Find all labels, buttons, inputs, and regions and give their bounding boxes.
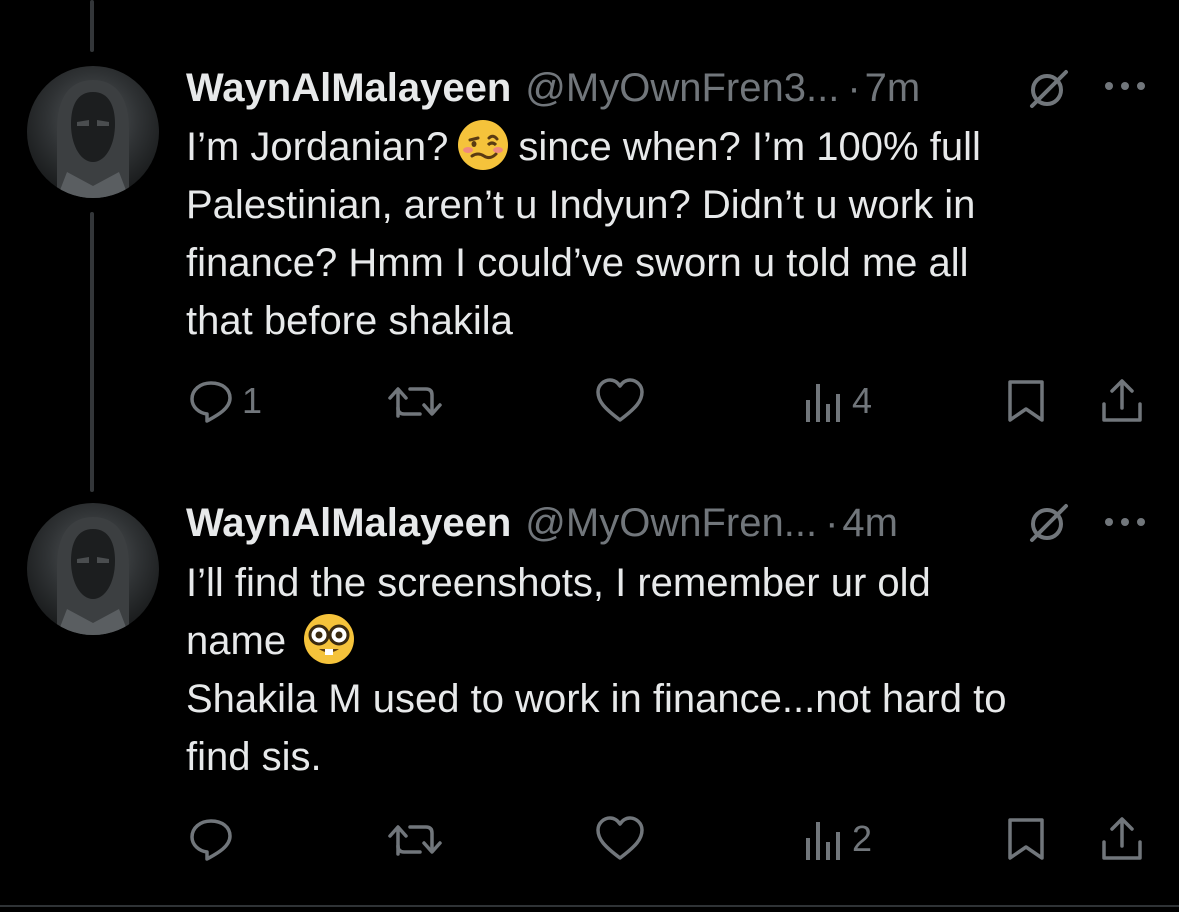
author-handle[interactable]: @MyOwnFren... bbox=[525, 501, 817, 546]
tweet-line: find sis. bbox=[186, 735, 322, 779]
tweet-line: I’m Jordanian? since when? I’m 100% full bbox=[186, 118, 1146, 176]
grok-icon[interactable] bbox=[1024, 68, 1072, 115]
reply-icon bbox=[186, 814, 236, 864]
reply-count: 1 bbox=[242, 380, 263, 421]
tweet-line-text-before: name bbox=[186, 619, 287, 663]
divider bbox=[0, 905, 1179, 907]
views-icon bbox=[802, 814, 846, 864]
tweet-line-text-before: I’m Jordanian? bbox=[186, 125, 449, 169]
more-options-icon[interactable] bbox=[1102, 76, 1148, 101]
tweet-line: finance? Hmm I could’ve sworn u told me … bbox=[186, 241, 969, 285]
views-count: 4 bbox=[852, 380, 873, 421]
tweet-header: WaynAlMalayeen @MyOwnFren3... · 7m bbox=[186, 63, 920, 113]
timestamp[interactable]: 7m bbox=[865, 66, 921, 111]
repost-icon bbox=[386, 814, 446, 864]
heart-icon bbox=[594, 376, 646, 426]
action-bar: 1 4 bbox=[186, 376, 1151, 426]
share-button[interactable] bbox=[1099, 376, 1145, 426]
author-name[interactable]: WaynAlMalayeen bbox=[186, 501, 511, 546]
bookmark-icon bbox=[1004, 376, 1048, 426]
thread-line-top bbox=[90, 0, 94, 52]
avatar[interactable] bbox=[27, 66, 159, 198]
tweet-text: I’ll find the screenshots, I remember ur… bbox=[186, 554, 1146, 786]
separator-dot: · bbox=[825, 500, 839, 545]
tweet-text: I’m Jordanian? since when? I’m 100% full … bbox=[186, 118, 1146, 350]
heart-icon bbox=[594, 814, 646, 864]
avatar[interactable] bbox=[27, 503, 159, 635]
tweet-line: Shakila M used to work in finance...not … bbox=[186, 677, 1007, 721]
like-button[interactable] bbox=[594, 814, 652, 864]
views-button[interactable]: 2 bbox=[802, 814, 872, 864]
tweet-line: that before shakila bbox=[186, 299, 513, 343]
share-icon bbox=[1099, 814, 1145, 864]
reply-icon bbox=[186, 376, 236, 426]
repost-icon bbox=[386, 376, 446, 426]
share-icon bbox=[1099, 376, 1145, 426]
tweet-header: WaynAlMalayeen @MyOwnFren... · 4m bbox=[186, 498, 898, 548]
views-icon bbox=[802, 376, 846, 426]
like-button[interactable] bbox=[594, 376, 652, 426]
woozy-face-icon bbox=[456, 118, 510, 172]
bookmark-button[interactable] bbox=[1004, 376, 1048, 426]
bookmark-button[interactable] bbox=[1004, 814, 1048, 864]
author-name[interactable]: WaynAlMalayeen bbox=[186, 66, 511, 111]
action-bar: 2 bbox=[186, 814, 1151, 864]
share-button[interactable] bbox=[1099, 814, 1145, 864]
repost-button[interactable] bbox=[386, 376, 452, 426]
repost-button[interactable] bbox=[386, 814, 452, 864]
views-button[interactable]: 4 bbox=[802, 376, 872, 426]
tweet-line: I’ll find the screenshots, I remember ur… bbox=[186, 561, 931, 605]
thread-line-middle bbox=[90, 212, 94, 492]
reply-button[interactable]: 1 bbox=[186, 376, 262, 426]
tweet-line-text-after: since when? I’m 100% full bbox=[518, 125, 981, 169]
separator-dot: · bbox=[847, 65, 861, 110]
more-options-icon[interactable] bbox=[1102, 512, 1148, 537]
grok-icon[interactable] bbox=[1024, 502, 1072, 549]
author-handle[interactable]: @MyOwnFren3... bbox=[525, 66, 839, 111]
views-count: 2 bbox=[852, 818, 873, 859]
tweet-line: name bbox=[186, 612, 1146, 670]
nerd-face-icon bbox=[302, 612, 356, 666]
timestamp[interactable]: 4m bbox=[842, 501, 898, 546]
reply-button[interactable] bbox=[186, 814, 242, 864]
tweet-line: Palestinian, aren’t u Indyun? Didn’t u w… bbox=[186, 183, 976, 227]
bookmark-icon bbox=[1004, 814, 1048, 864]
